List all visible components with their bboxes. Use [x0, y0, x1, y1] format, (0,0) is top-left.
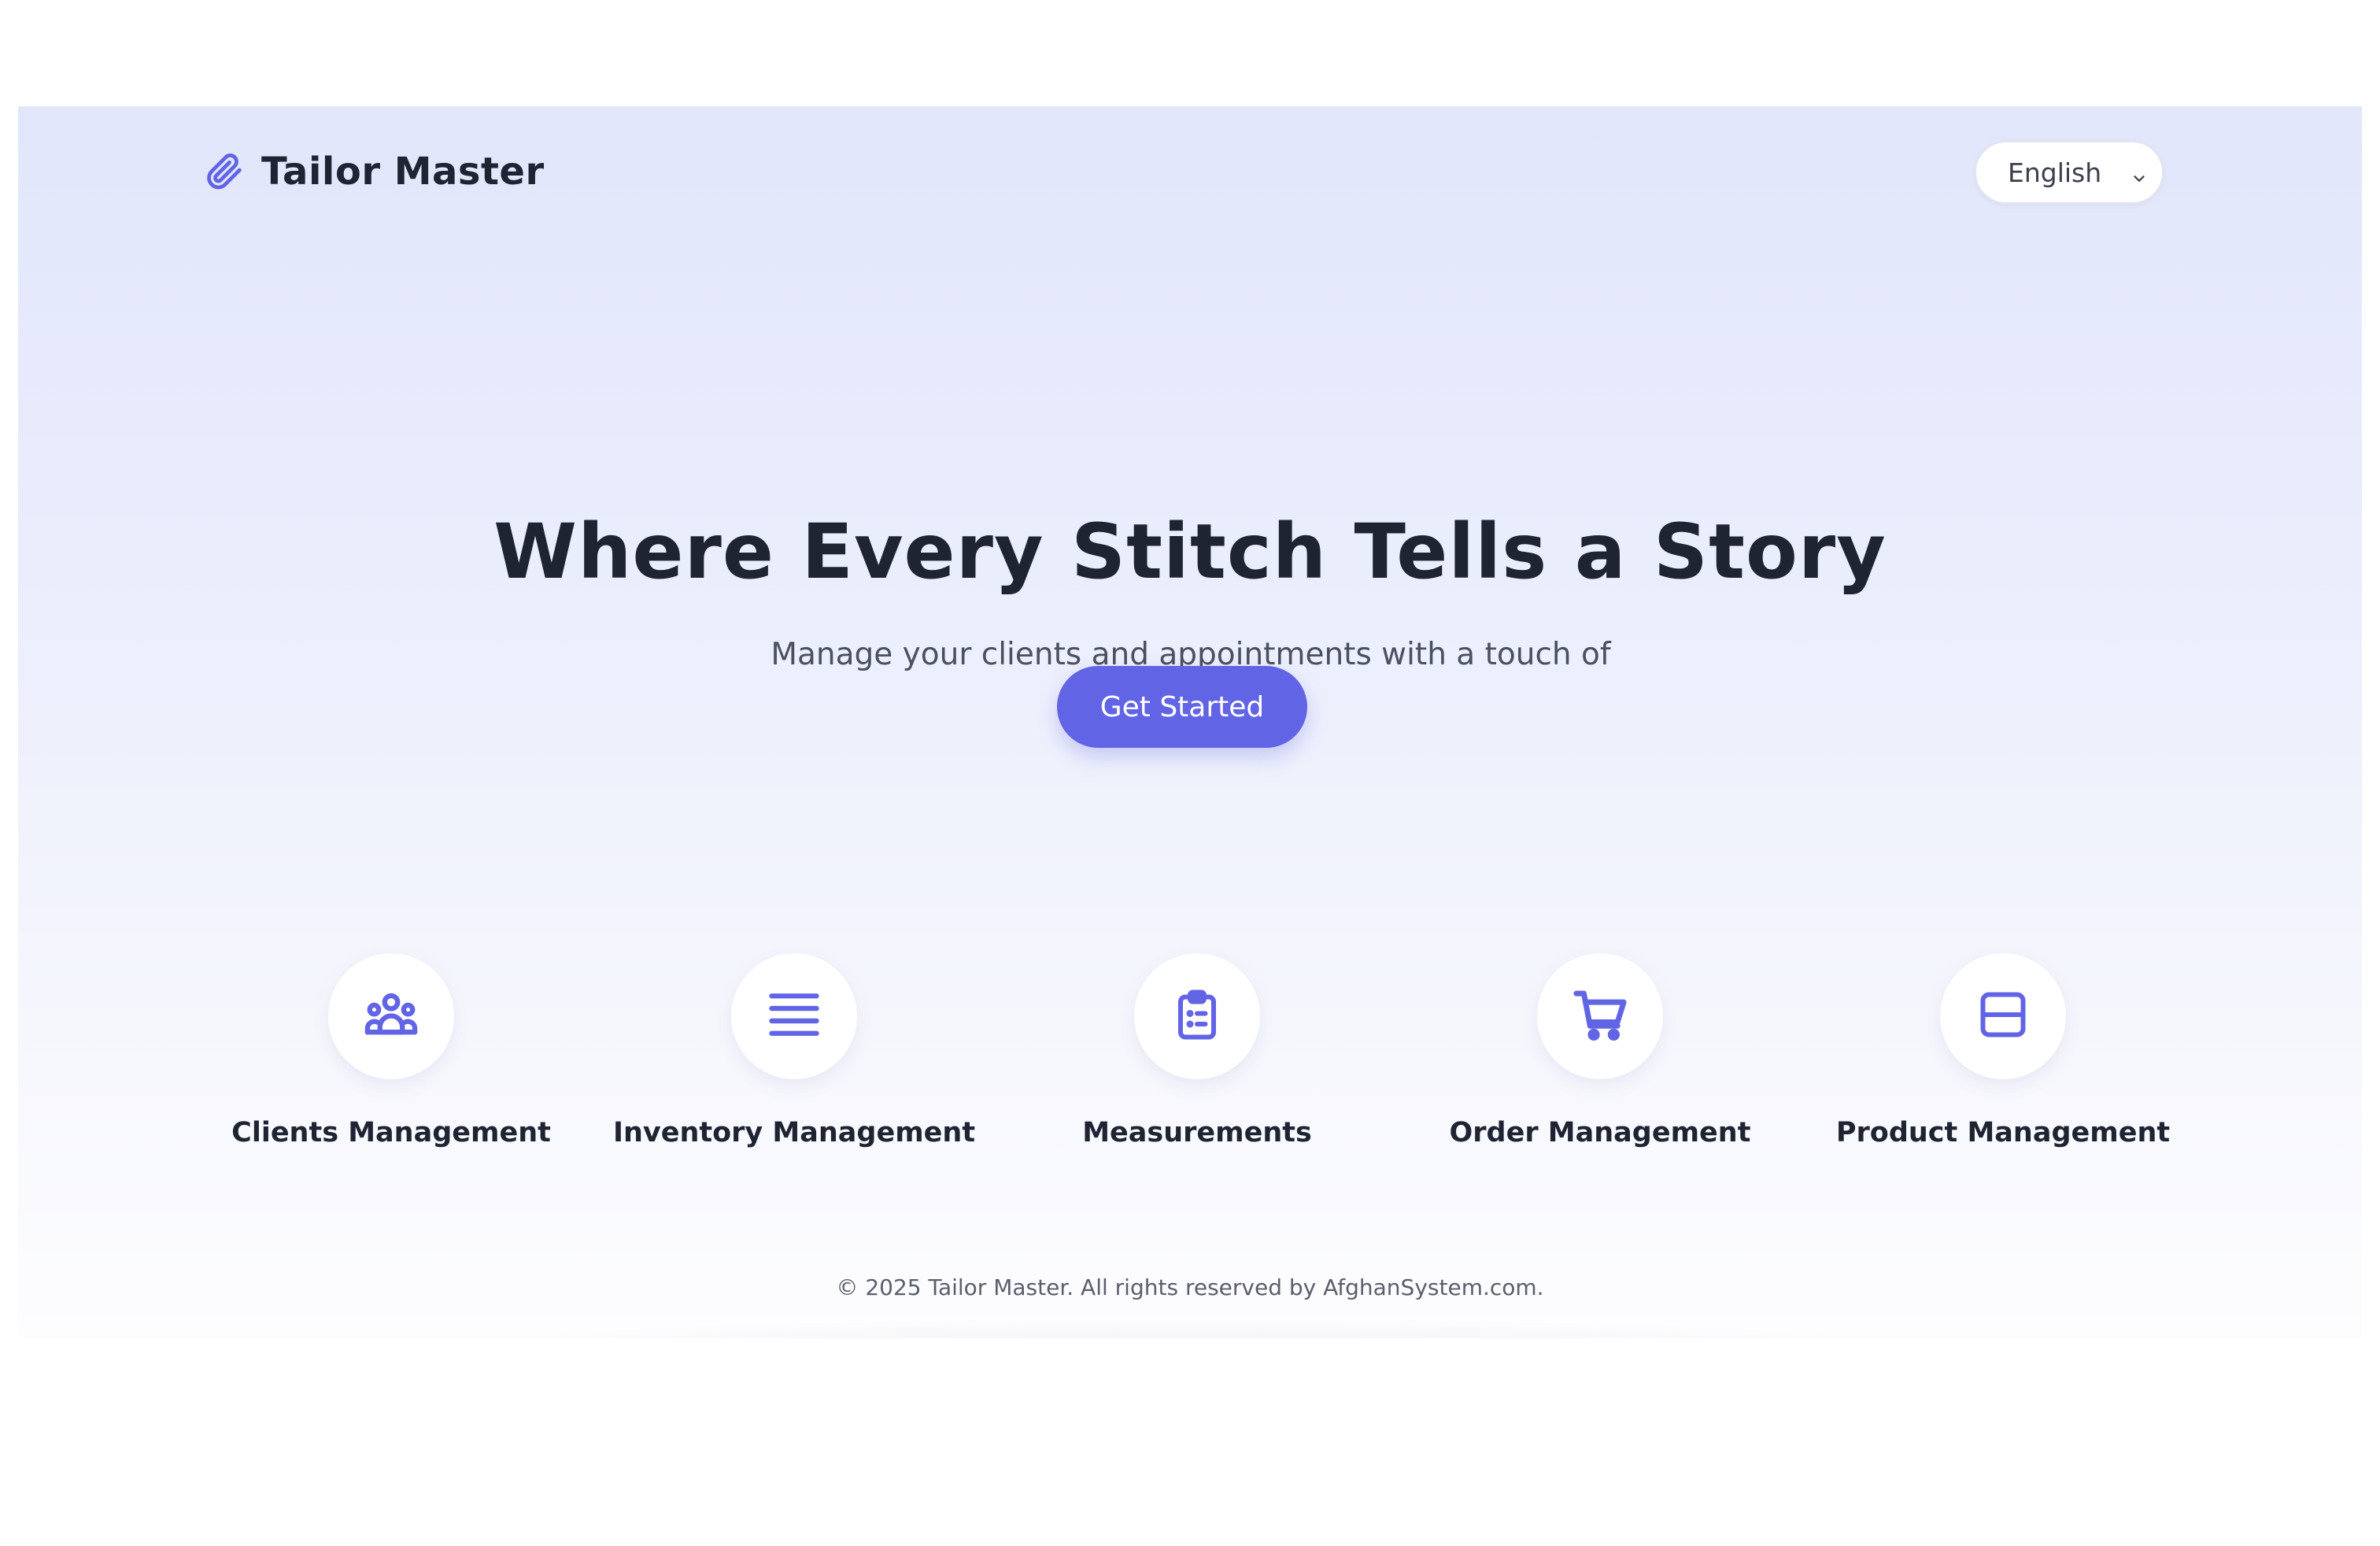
page-frame: Tailor Master English Where Every Stitch…	[18, 106, 2362, 1338]
clipboard-list-icon	[1169, 986, 1225, 1046]
feature-inventory-management[interactable]: Inventory Management	[613, 953, 975, 1148]
feature-icon-circle	[1537, 953, 1663, 1079]
layout-rows-icon	[1975, 986, 2031, 1046]
feature-icon-circle	[1134, 953, 1260, 1079]
footer-divider	[412, 1319, 1968, 1338]
get-started-button[interactable]: Get Started	[1057, 666, 1307, 748]
feature-label: Inventory Management	[612, 1117, 976, 1148]
paperclip-icon	[203, 148, 244, 195]
shopping-cart-icon	[1570, 985, 1630, 1048]
hero-title: Where Every Stitch Tells a Story	[493, 508, 1887, 596]
language-select[interactable]: English	[1975, 141, 2164, 204]
feature-label: Clients Management	[231, 1117, 551, 1148]
users-group-icon	[361, 985, 421, 1048]
brand-name: Tailor Master	[261, 150, 545, 194]
feature-product-management[interactable]: Product Management	[1830, 953, 2176, 1148]
feature-label: Measurements	[1082, 1117, 1312, 1148]
feature-label: Order Management	[1449, 1117, 1751, 1148]
feature-icon-circle	[328, 953, 454, 1079]
feature-measurements[interactable]: Measurements	[1024, 953, 1370, 1148]
feature-label: Product Management	[1835, 1117, 2171, 1148]
feature-icon-circle	[731, 953, 857, 1079]
brand-logo[interactable]: Tailor Master	[203, 144, 545, 199]
feature-icon-circle	[1940, 953, 2066, 1079]
feature-order-management[interactable]: Order Management	[1427, 953, 1773, 1148]
feature-clients-management[interactable]: Clients Management	[218, 953, 564, 1148]
list-lines-icon	[764, 985, 824, 1048]
language-select-value: English	[2008, 157, 2102, 188]
footer-copyright: © 2025 Tailor Master. All rights reserve…	[836, 1274, 1544, 1300]
chevron-down-icon	[2131, 163, 2148, 194]
site-header: Tailor Master English	[18, 106, 2362, 232]
